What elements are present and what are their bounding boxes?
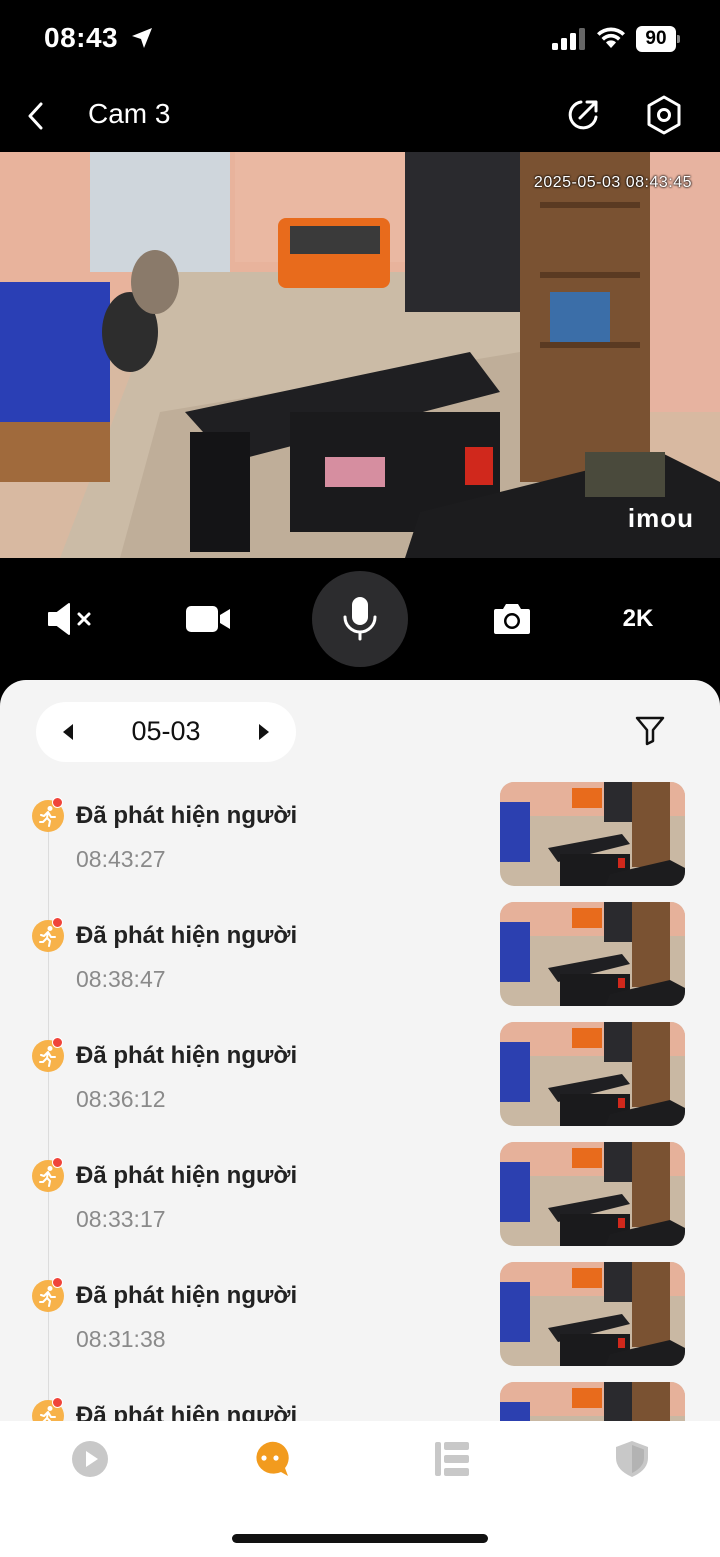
person-running-icon	[32, 1037, 64, 1072]
running-figure-icon	[39, 806, 56, 827]
running-figure-icon	[39, 1286, 56, 1307]
unread-dot	[52, 917, 63, 928]
event-item[interactable]: Đã phát hiện người 08:38:47	[0, 902, 720, 1030]
person-running-icon	[32, 1157, 64, 1192]
unread-dot	[52, 1157, 63, 1168]
event-thumbnail[interactable]	[500, 1262, 685, 1366]
talk-button[interactable]	[312, 571, 408, 667]
chevron-left-icon[interactable]	[22, 98, 50, 134]
running-figure-icon	[39, 1046, 56, 1067]
event-item[interactable]: Đã phát hiện người 08:31:38	[0, 1262, 720, 1390]
status-time: 08:43	[44, 22, 119, 53]
video-timestamp: 2025-05-03 08:43:45	[533, 174, 692, 191]
running-figure-icon	[39, 926, 56, 947]
hexagon-settings-icon[interactable]	[644, 94, 684, 136]
status-bar: 08:43 90	[0, 0, 720, 80]
record-button[interactable]	[176, 596, 240, 642]
event-time: 08:36:12	[76, 1086, 166, 1112]
battery-level: 90	[636, 26, 676, 52]
battery-indicator: 90	[636, 26, 680, 52]
snapshot-button[interactable]	[484, 594, 540, 644]
speaker-muted-icon	[48, 603, 91, 635]
event-time: 08:31:38	[76, 1326, 166, 1352]
event-thumbnail[interactable]	[500, 1022, 685, 1126]
play-icon[interactable]	[70, 1439, 110, 1479]
event-thumbnail[interactable]	[500, 1142, 685, 1246]
quality-toggle[interactable]: 2K	[600, 596, 676, 642]
event-thumbnail[interactable]	[500, 902, 685, 1006]
event-title: Đã phát hiện người	[76, 1162, 298, 1189]
thumbnail-image	[500, 1142, 685, 1246]
unread-dot	[52, 1397, 63, 1408]
playback-controls: 2K	[0, 558, 720, 680]
unread-dot	[52, 797, 63, 808]
thumbnail-image	[500, 902, 685, 1006]
date-selector: 05-03	[36, 702, 296, 762]
chat-bubble-icon[interactable]	[250, 1439, 290, 1479]
live-video-feed[interactable]: 2025-05-03 08:43:45 imou	[0, 152, 720, 558]
caret-right-icon[interactable]	[254, 718, 274, 746]
brand-watermark: imou	[627, 503, 694, 533]
battery-tip	[677, 35, 680, 43]
person-running-icon	[32, 1277, 64, 1312]
event-time: 08:43:27	[76, 846, 166, 872]
filter-icon[interactable]	[634, 714, 666, 746]
camera-scene	[0, 152, 720, 558]
shield-icon[interactable]	[612, 1439, 652, 1479]
microphone-icon	[343, 597, 377, 641]
unread-dot	[52, 1037, 63, 1048]
running-figure-icon	[39, 1166, 56, 1187]
event-time: 08:33:17	[76, 1206, 166, 1232]
nav-bar: Cam 3	[0, 80, 720, 152]
thumbnail-image	[500, 1022, 685, 1126]
thumbnail-image	[500, 1262, 685, 1366]
share-icon[interactable]	[564, 96, 602, 134]
thumbnail-image	[500, 782, 685, 886]
event-title: Đã phát hiện người	[76, 802, 298, 829]
wifi-icon	[597, 27, 625, 48]
event-time: 08:38:47	[76, 966, 166, 992]
person-running-icon	[32, 797, 64, 832]
home-indicator	[232, 1534, 488, 1543]
unread-dot	[52, 1277, 63, 1288]
event-title: Đã phát hiện người	[76, 1042, 298, 1069]
page-title: Cam 3	[88, 98, 171, 129]
event-thumbnail[interactable]	[500, 782, 685, 886]
location-arrow-icon	[132, 28, 152, 48]
event-item[interactable]: Đã phát hiện người 08:33:17	[0, 1142, 720, 1270]
camera-icon	[494, 604, 530, 634]
event-item[interactable]: Đã phát hiện người 08:36:12	[0, 1022, 720, 1150]
list-icon[interactable]	[432, 1439, 472, 1479]
person-running-icon	[32, 917, 64, 952]
event-item[interactable]: Đã phát hiện người 08:43:27	[0, 782, 720, 910]
cellular-signal-icon	[552, 28, 585, 50]
event-title: Đã phát hiện người	[76, 1282, 298, 1309]
event-title: Đã phát hiện người	[76, 922, 298, 949]
mute-button[interactable]	[40, 596, 100, 642]
video-camera-icon	[186, 606, 230, 632]
